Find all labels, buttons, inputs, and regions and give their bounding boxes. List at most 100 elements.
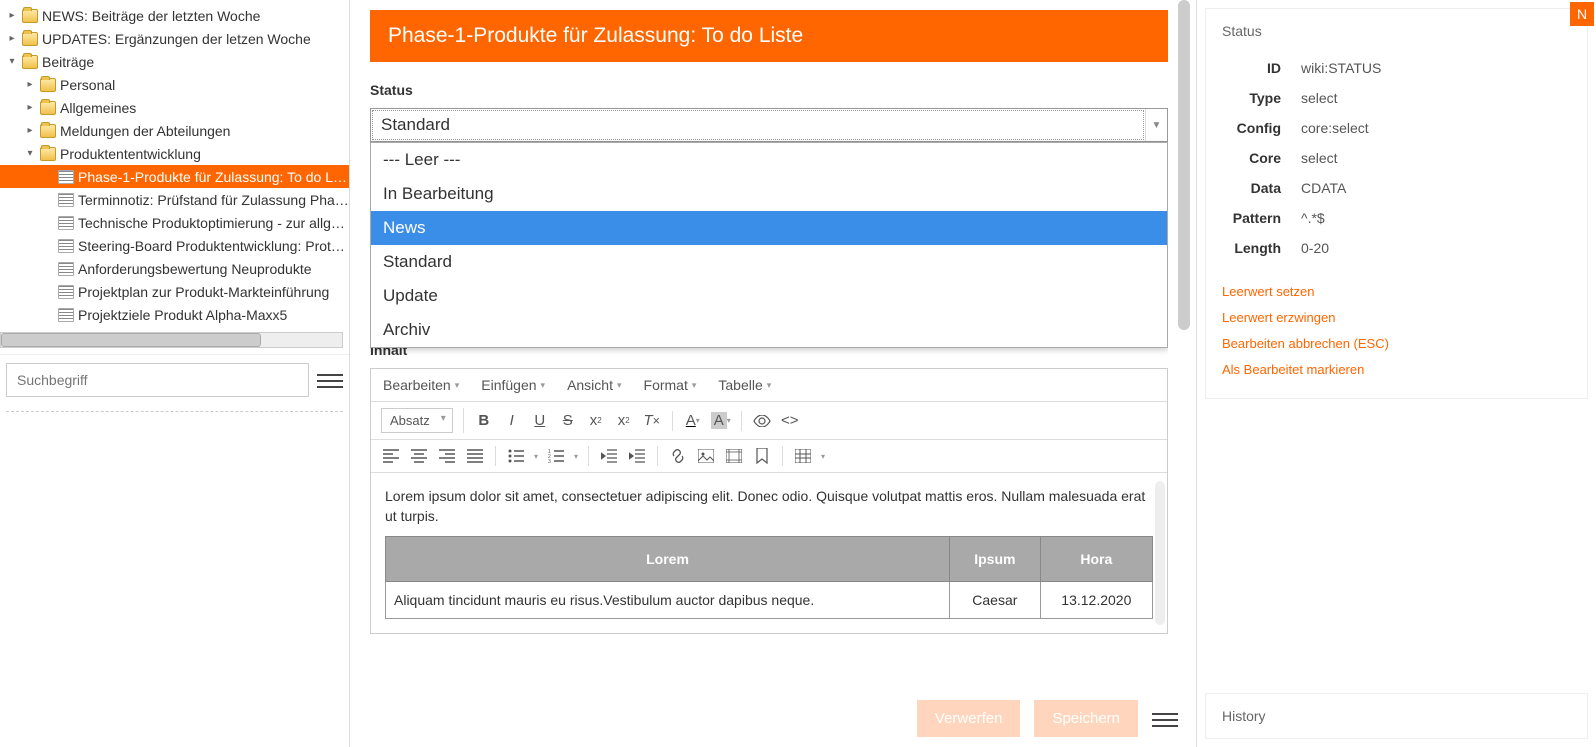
prop-value: select [1291, 83, 1587, 113]
tree-doc-item[interactable]: Phase-1-Produkte für Zulassung: To do Li… [0, 165, 349, 188]
tree-doc-item[interactable]: Terminnotiz: Prüfstand für Zulassung Pha… [0, 188, 349, 211]
footer-menu-icon[interactable] [1152, 709, 1178, 729]
table-cell: Aliquam tincidunt mauris eu risus.Vestib… [386, 582, 950, 619]
prop-value: wiki:STATUS [1291, 53, 1587, 83]
page-title: Phase-1-Produkte für Zulassung: To do Li… [370, 10, 1168, 62]
sidebar: ▸NEWS: Beiträge der letzten Woche▸UPDATE… [0, 0, 350, 747]
align-left-icon[interactable] [381, 446, 401, 466]
tree-folder-item[interactable]: ▸Personal [0, 73, 349, 96]
right-status-header: Status [1206, 9, 1587, 53]
tree-doc-item[interactable]: Projektziele Produkt Alpha-Maxx5 [0, 303, 349, 326]
menu-bearbeiten[interactable]: Bearbeiten ▾ [383, 377, 459, 393]
format-select[interactable]: Absatz [381, 408, 453, 433]
subscript-icon[interactable]: x2 [614, 411, 634, 431]
table-header: Lorem [386, 537, 950, 582]
discard-button[interactable]: Verwerfen [917, 700, 1021, 737]
folder-icon [40, 101, 56, 115]
dropdown-option[interactable]: Update [371, 279, 1167, 313]
status-dropdown: --- Leer ---In BearbeitungNewsStandardUp… [370, 142, 1168, 348]
dropdown-option[interactable]: Standard [371, 245, 1167, 279]
document-icon [58, 170, 74, 184]
indent-icon[interactable] [627, 446, 647, 466]
menu-format[interactable]: Format ▾ [644, 377, 697, 393]
superscript-icon[interactable]: x2 [586, 411, 606, 431]
save-button[interactable]: Speichern [1034, 700, 1138, 737]
action-link[interactable]: Bearbeiten abbrechen (ESC) [1222, 336, 1571, 351]
align-justify-icon[interactable] [465, 446, 485, 466]
tree-folder-item[interactable]: ▸Meldungen der Abteilungen [0, 119, 349, 142]
tree-doc-item[interactable]: Projektplan zur Produkt-Markteinführung [0, 280, 349, 303]
history-header[interactable]: History [1205, 693, 1588, 739]
rich-text-editor: Bearbeiten ▾ Einfügen ▾ Ansicht ▾ Format ▾ T… [370, 368, 1168, 634]
link-icon[interactable] [668, 446, 688, 466]
chevron-down-icon[interactable]: ▼ [1145, 109, 1167, 141]
action-link[interactable]: Leerwert erzwingen [1222, 310, 1571, 325]
tree-folder-item[interactable]: ▸NEWS: Beiträge der letzten Woche [0, 4, 349, 27]
tree-folder-item[interactable]: ▸Allgemeines [0, 96, 349, 119]
dropdown-option[interactable]: --- Leer --- [371, 143, 1167, 177]
bold-icon[interactable]: B [474, 411, 494, 431]
tree-toggle-icon[interactable]: ▸ [6, 10, 18, 21]
menu-tabelle[interactable]: Tabelle ▾ [718, 377, 771, 393]
tree-toggle-icon[interactable]: ▸ [24, 79, 36, 90]
bg-color-icon[interactable]: A ▾ [711, 411, 731, 431]
bookmark-icon[interactable] [752, 446, 772, 466]
media-icon[interactable] [724, 446, 744, 466]
dropdown-option[interactable]: Archiv [371, 313, 1167, 347]
tree-doc-item[interactable]: Steering-Board Produktentwicklung: Proto… [0, 234, 349, 257]
tree-doc-item[interactable]: Anforderungsbewertung Neuprodukte [0, 257, 349, 280]
tree-folder-item[interactable]: ▸UPDATES: Ergänzungen der letzen Woche [0, 27, 349, 50]
search-input[interactable] [6, 363, 309, 397]
number-list-icon[interactable]: 123 [546, 446, 566, 466]
dropdown-option[interactable]: News [371, 211, 1167, 245]
tree-toggle-icon[interactable]: ▸ [6, 33, 18, 44]
table-icon[interactable] [793, 446, 813, 466]
tree-item-label: Terminnotiz: Prüfstand für Zulassung Pha… [78, 192, 349, 208]
tree-folder-item[interactable]: ▾Produktententwicklung [0, 142, 349, 165]
prop-key: Data [1206, 173, 1291, 203]
main-scrollbar[interactable] [1178, 0, 1190, 330]
status-select[interactable]: Standard ▼ --- Leer ---In BearbeitungNew… [370, 108, 1168, 142]
divider [6, 411, 343, 412]
sidebar-menu-icon[interactable] [317, 370, 343, 390]
status-select-value: Standard [371, 109, 1145, 141]
action-link[interactable]: Leerwert setzen [1222, 284, 1571, 299]
editor-menubar: Bearbeiten ▾ Einfügen ▾ Ansicht ▾ Format ▾ T… [371, 369, 1167, 402]
align-center-icon[interactable] [409, 446, 429, 466]
clear-format-icon[interactable]: T× [642, 411, 662, 431]
prop-key: Pattern [1206, 203, 1291, 233]
document-icon [58, 285, 74, 299]
image-icon[interactable] [696, 446, 716, 466]
tree-toggle-icon[interactable]: ▸ [24, 102, 36, 113]
folder-icon [40, 124, 56, 138]
tree-item-label: Anforderungsbewertung Neuprodukte [78, 261, 312, 277]
menu-ansicht[interactable]: Ansicht ▾ [567, 377, 621, 393]
tree-toggle-icon[interactable]: ▾ [6, 56, 18, 67]
italic-icon[interactable]: I [502, 411, 522, 431]
main-footer: Verwerfen Speichern [917, 700, 1178, 737]
menu-einfügen[interactable]: Einfügen ▾ [481, 377, 545, 393]
action-link[interactable]: Als Bearbeitet markieren [1222, 362, 1571, 377]
strikethrough-icon[interactable]: S [558, 411, 578, 431]
bullet-list-icon[interactable] [506, 446, 526, 466]
align-right-icon[interactable] [437, 446, 457, 466]
main-panel: Phase-1-Produkte für Zulassung: To do Li… [350, 0, 1196, 747]
tree-folder-item[interactable]: ▾Beiträge [0, 50, 349, 73]
dropdown-option[interactable]: In Bearbeitung [371, 177, 1167, 211]
text-color-icon[interactable]: A ▾ [683, 411, 703, 431]
document-icon [58, 216, 74, 230]
underline-icon[interactable]: U [530, 411, 550, 431]
tree-toggle-icon[interactable]: ▾ [24, 148, 36, 159]
preview-icon[interactable] [752, 411, 772, 431]
tree-horizontal-scrollbar[interactable] [0, 332, 343, 348]
notification-badge[interactable]: N [1570, 2, 1594, 26]
folder-open-icon [40, 147, 56, 161]
outdent-icon[interactable] [599, 446, 619, 466]
tree-doc-item[interactable]: Technische Produktoptimierung - zur allg… [0, 211, 349, 234]
editor-content[interactable]: Lorem ipsum dolor sit amet, consectetuer… [371, 473, 1167, 633]
document-icon [58, 193, 74, 207]
content-scrollbar[interactable] [1155, 481, 1165, 625]
folder-icon [40, 78, 56, 92]
tree-toggle-icon[interactable]: ▸ [24, 125, 36, 136]
code-icon[interactable]: <> [780, 411, 800, 431]
